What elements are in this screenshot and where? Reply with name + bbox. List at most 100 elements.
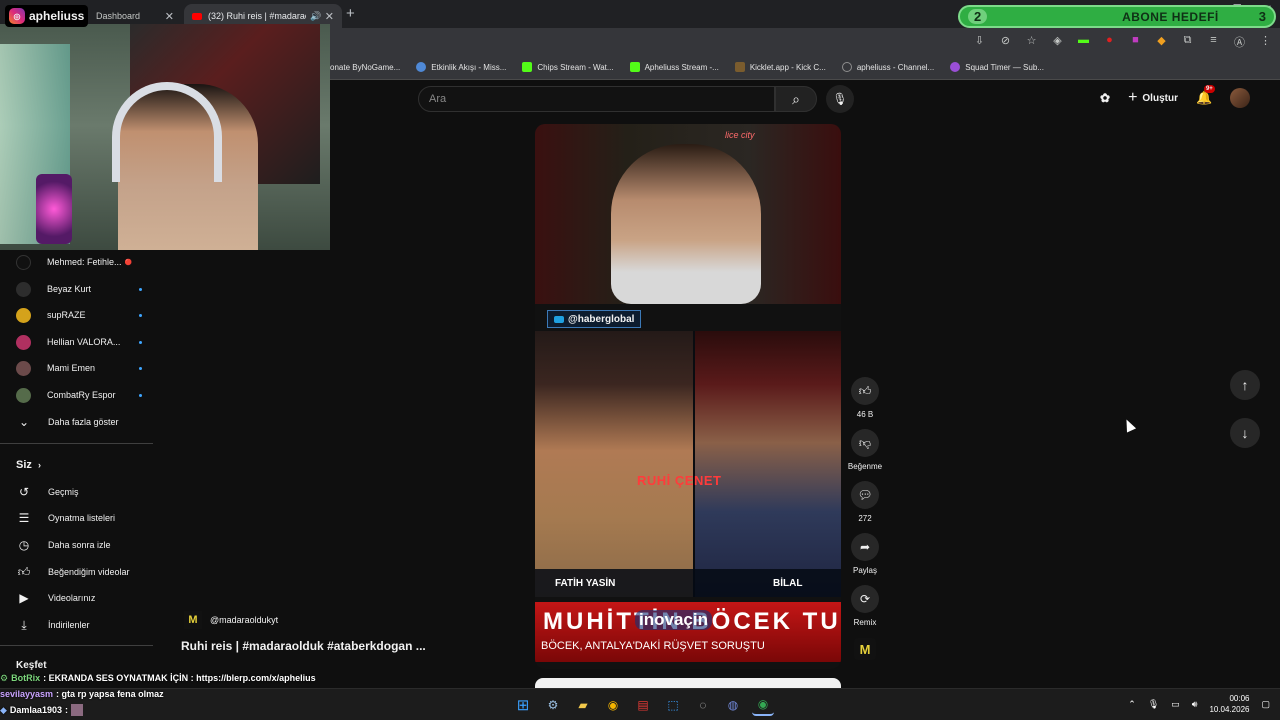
chat-username: BotRix <box>11 673 41 683</box>
install-icon[interactable]: ⇩ <box>973 34 986 50</box>
obs-icon[interactable]: ◌ <box>692 694 714 716</box>
sidebar-item-liked-videos[interactable]: 👍︎ Beğendiğim videolar <box>16 562 130 582</box>
dislike-button[interactable]: 👎︎ Beğenme <box>847 429 883 471</box>
star-icon[interactable]: ☆ <box>1025 34 1038 50</box>
sidebar-item-your-videos[interactable]: ▶ Videolarınız <box>16 588 95 608</box>
extension-green-icon[interactable]: ▬ <box>1077 34 1090 50</box>
mouse-cursor-icon <box>1121 417 1137 433</box>
capture-icon[interactable]: ⬚ <box>662 694 684 716</box>
chevron-up-icon[interactable]: ⌃ <box>1128 699 1136 710</box>
search-input[interactable]: Ara <box>418 86 775 112</box>
folder-icon[interactable]: ▰ <box>572 694 594 716</box>
kick-icon <box>629 62 640 72</box>
network-icon[interactable]: ▭ <box>1171 699 1180 710</box>
sidebar-item-playlists[interactable]: ☰ Oynatma listeleri <box>16 508 115 528</box>
video-overlay-text: RUHİ ÇENET <box>637 473 722 488</box>
bookmark[interactable]: Apheliuss Stream -... <box>629 62 719 72</box>
show-more-button[interactable]: ⌄ Daha fazla göster <box>16 412 119 432</box>
close-icon[interactable]: ✕ <box>325 10 334 23</box>
channel-handle: @madaraoldukyt <box>210 615 279 625</box>
remix-button[interactable]: ⟳ Remix <box>847 585 883 627</box>
steam-icon[interactable]: ⚙ <box>542 694 564 716</box>
bookmarks-bar: onate ByNoGame... Etkinlik Akışı - Miss.… <box>330 55 1280 80</box>
hide-icon[interactable]: ⊘ <box>999 34 1012 50</box>
discord-icon[interactable]: ◍ <box>722 694 744 716</box>
mic-icon[interactable]: 🎙︎ <box>1148 699 1159 710</box>
new-content-dot <box>139 287 142 291</box>
clock[interactable]: 00:06 10.04.2026 <box>1209 693 1249 715</box>
windows-start-icon[interactable]: ⊞ <box>512 694 534 716</box>
next-short-preview[interactable] <box>535 678 841 688</box>
puzzle-icon[interactable]: ⧉ <box>1181 34 1194 50</box>
extension-shield-icon[interactable]: ◈ <box>1051 34 1064 50</box>
notifications-icon[interactable]: ▢ <box>1261 699 1270 710</box>
like-button[interactable]: 👍︎ 46 B <box>847 377 883 419</box>
comment-icon: 💬︎ <box>851 481 879 509</box>
chat-text: : <box>64 705 68 715</box>
system-tray: ⌃ 🎙︎ ▭ 🔊︎ 00:06 10.04.2026 ▢ <box>1128 693 1270 715</box>
voice-search-button[interactable]: 🎙 <box>826 85 854 113</box>
sidebar-item-downloads[interactable]: ⤓ İndirilenler <box>16 615 90 635</box>
create-button[interactable]: + Oluştur <box>1128 89 1178 107</box>
sidebar-item-history[interactable]: ↺ Geçmiş <box>16 482 79 502</box>
sidebar-item-label: Beğendiğim videolar <box>48 567 130 577</box>
channel-info[interactable]: M @madaraoldukyt <box>184 611 278 629</box>
video-title[interactable]: Ruhi reis | #madaraolduk #ataberkdogan .… <box>181 639 426 653</box>
chrome-icon[interactable]: ◉ <box>752 694 774 716</box>
sidebar-item-label: İndirilenler <box>48 620 90 630</box>
bookmark[interactable]: onate ByNoGame... <box>330 63 400 72</box>
channel-name: Mami Emen <box>47 363 96 373</box>
video-right-person <box>695 331 841 597</box>
sidebar-item-subscription[interactable]: supRAZE <box>16 305 142 325</box>
chat-message: ⚙ BotRix: EKRANDA SES OYNATMAK İÇİN : htt… <box>0 670 480 686</box>
sidebar-item-watch-later[interactable]: ◷ Daha sonra izle <box>16 535 111 555</box>
shorts-video-player[interactable]: lice city @haberglobal RUHİ ÇENET FATİH … <box>535 124 841 669</box>
notifications-button[interactable]: 🔔 9+ <box>1196 85 1215 106</box>
studio-icon[interactable]: ✿ <box>1100 91 1110 105</box>
video-news-frame: RUHİ ÇENET FATİH YASİN BİLAL <box>535 331 841 597</box>
dislike-label: Beğenme <box>847 462 883 471</box>
search-button[interactable]: ⌕ <box>775 86 817 112</box>
extension-red-icon[interactable]: ● <box>1103 34 1116 50</box>
subscriber-goal-overlay: 2 ABONE HEDEFİ 3 <box>958 5 1276 28</box>
extension-twitch-icon[interactable]: ■ <box>1129 34 1142 50</box>
remix-label: Remix <box>853 618 877 627</box>
bookmark[interactable]: apheliuss - Channel... <box>841 62 934 72</box>
channel-logo[interactable]: M <box>854 638 876 660</box>
bookmark[interactable]: Etkinlik Akışı - Miss... <box>416 62 506 72</box>
arrow-up-icon: ↑ <box>1241 377 1249 393</box>
thumbs-up-icon: 👍︎ <box>851 377 879 405</box>
app-icon[interactable]: ▤ <box>632 694 654 716</box>
sidebar-item-subscription[interactable]: CombatRy Espor <box>16 385 142 405</box>
bookmark[interactable]: Kicklet.app - Kick C... <box>734 62 826 72</box>
share-label: Paylaş <box>852 566 877 575</box>
avatar[interactable] <box>1230 88 1251 108</box>
bookmark[interactable]: Squad Timer — Sub... <box>950 62 1044 72</box>
speaker-icon[interactable]: 🔊 <box>310 11 321 22</box>
playlist-icon: ☰ <box>18 511 30 525</box>
sidebar-item-subscription[interactable]: Mami Emen <box>16 358 142 378</box>
menu-icon[interactable]: ⋮ <box>1259 34 1272 50</box>
channel-name: Hellian VALORA... <box>47 337 121 347</box>
chat-text: : gta rp yapsa fena olmaz <box>56 689 164 699</box>
media-icon[interactable]: ≡ <box>1207 34 1220 50</box>
sidebar-item-subscription[interactable]: Beyaz Kurt <box>16 279 142 299</box>
you-section-header[interactable]: Siz › <box>16 459 41 471</box>
next-short-button[interactable]: ↓ <box>1230 418 1260 448</box>
previous-short-button[interactable]: ↑ <box>1230 370 1260 400</box>
chrome-icon[interactable]: ◉ <box>602 694 624 716</box>
volume-icon[interactable]: 🔊︎ <box>1192 699 1198 710</box>
profile-icon[interactable]: Ⓐ <box>1233 34 1246 50</box>
sidebar-item-label: Videolarınız <box>48 593 96 603</box>
bookmark[interactable]: Chips Stream - Wat... <box>522 62 614 72</box>
news-ticker: MUHİTTİN BÖCEK TU inovaçin BÖCEK, ANTALY… <box>535 602 841 662</box>
sidebar-item-subscription[interactable]: Mehmed: Fetihle... 🔴 <box>16 252 142 272</box>
toolbar-icons: ⇩ ⊘ ☆ ◈ ▬ ● ■ ◆ ⧉ ≡ Ⓐ ⋮ <box>973 34 1272 50</box>
close-icon[interactable]: ✕ <box>165 10 174 23</box>
extension-orange-icon[interactable]: ◆ <box>1155 34 1168 50</box>
sidebar-item-subscription[interactable]: Hellian VALORA... <box>16 332 142 352</box>
new-tab-button[interactable]: + <box>346 5 355 22</box>
comments-button[interactable]: 💬︎ 272 <box>847 481 883 523</box>
channel-name: CombatRy Espor <box>47 390 116 400</box>
share-button[interactable]: ➦ Paylaş <box>847 533 883 575</box>
